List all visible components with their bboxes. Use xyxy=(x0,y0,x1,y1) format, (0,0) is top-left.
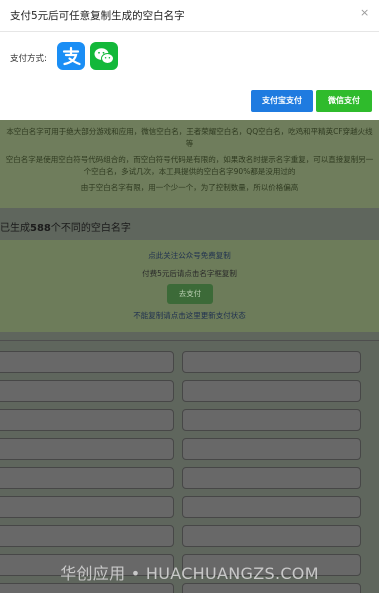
description-line-3: 由于空白名字有限，用一个少一个，为了控制数量，所以价格偏高 xyxy=(80,183,299,192)
name-slot[interactable] xyxy=(182,583,361,593)
count-number: 588 xyxy=(30,223,51,234)
divider xyxy=(0,340,379,341)
modal-divider xyxy=(0,31,379,32)
name-slot[interactable] xyxy=(182,525,361,547)
name-slot[interactable] xyxy=(0,467,174,489)
name-slot[interactable] xyxy=(0,583,174,593)
name-slot[interactable] xyxy=(182,467,361,489)
name-slot[interactable] xyxy=(182,496,361,518)
payment-panel: 点此关注公众号免费复制 付费5元后请点击名字框复制 去支付 不能复制请点击这里更… xyxy=(0,240,379,332)
modal-title: 支付5元后可任意复制生成的空白名字 xyxy=(10,10,185,22)
alipay-pay-button[interactable]: 支付宝支付 xyxy=(251,90,313,112)
name-slot[interactable] xyxy=(0,409,174,431)
update-pay-status-link[interactable]: 不能复制请点击这里更新支付状态 xyxy=(0,310,379,321)
pay-method-label: 支付方式: xyxy=(10,54,47,64)
name-slot[interactable] xyxy=(182,380,361,402)
wechat-pay-button[interactable]: 微信支付 xyxy=(316,90,372,112)
wechat-icon[interactable] xyxy=(90,42,118,70)
name-slot[interactable] xyxy=(182,351,361,373)
payment-modal: 支付5元后可任意复制生成的空白名字 × 支付方式: 支付宝支付 微信支付 xyxy=(0,0,379,120)
count-prefix: 已生成 xyxy=(0,223,30,234)
description-line-2: 空白名字是使用空白符号代码组合的，而空白符号代码是有限的，如果改名时提示名字重复… xyxy=(5,155,374,176)
description-panel: 本空白名字可用于绝大部分游戏和应用，微信空白名，王者荣耀空白名，QQ空白名，吃鸡… xyxy=(0,118,379,208)
name-slot[interactable] xyxy=(182,409,361,431)
follow-official-account-link[interactable]: 点此关注公众号免费复制 xyxy=(0,250,379,261)
alipay-icon[interactable] xyxy=(57,42,85,70)
name-slot[interactable] xyxy=(0,438,174,460)
name-slot[interactable] xyxy=(0,380,174,402)
pay-hint: 付费5元后请点击名字框复制 xyxy=(142,269,237,278)
name-slot[interactable] xyxy=(0,496,174,518)
go-pay-button[interactable]: 去支付 xyxy=(167,284,213,304)
name-slot[interactable] xyxy=(182,438,361,460)
name-slot[interactable] xyxy=(0,525,174,547)
generated-count: 已生成588个不同的空白名字 xyxy=(0,219,131,234)
watermark: 华创应用 • HUACHUANGZS.COM xyxy=(60,564,319,583)
name-slot[interactable] xyxy=(0,351,174,373)
description-line-1: 本空白名字可用于绝大部分游戏和应用，微信空白名，王者荣耀空白名，QQ空白名，吃鸡… xyxy=(6,127,373,148)
close-icon[interactable]: × xyxy=(360,6,369,19)
count-suffix: 个不同的空白名字 xyxy=(50,223,131,234)
